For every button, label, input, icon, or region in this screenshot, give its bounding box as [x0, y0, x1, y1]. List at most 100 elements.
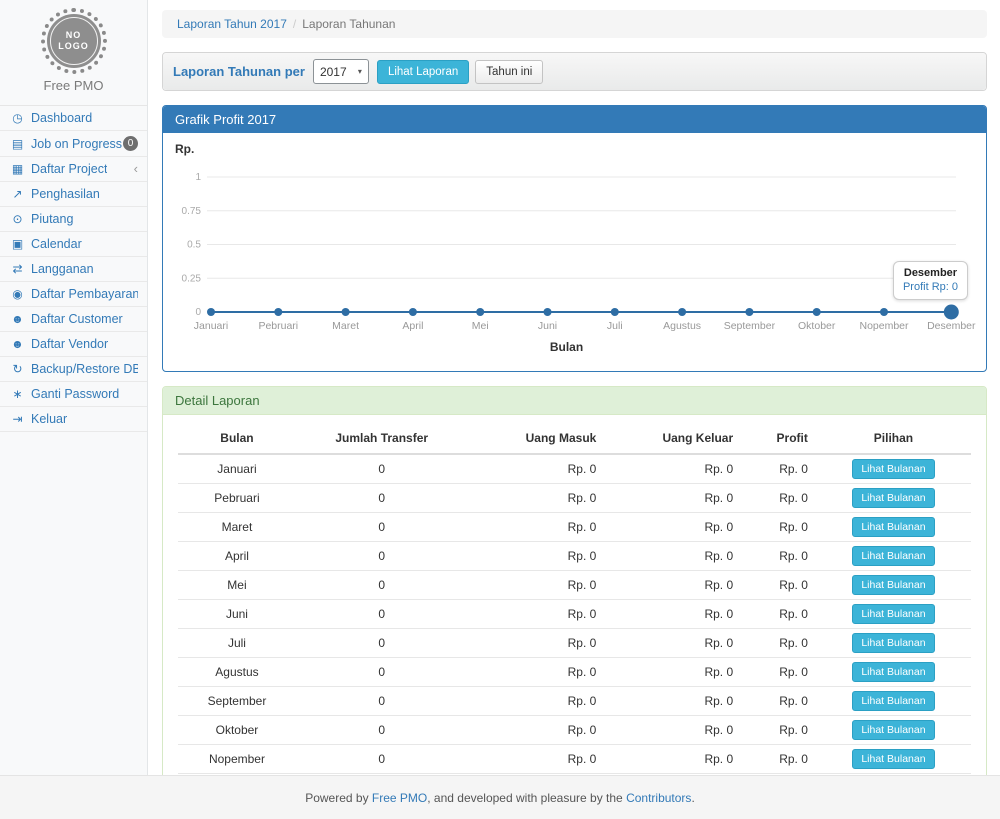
table-row: Oktober0Rp. 0Rp. 0Rp. 0Lihat Bulanan — [178, 716, 971, 745]
brand-name: Free PMO — [0, 78, 147, 93]
sidebar-item-piutang[interactable]: ⊙Piutang — [0, 207, 147, 232]
column-header: Uang Keluar — [604, 423, 741, 454]
detail-panel-body: BulanJumlah TransferUang MasukUang Kelua… — [163, 415, 986, 819]
pilihan-cell: Lihat Bulanan — [816, 513, 971, 542]
uang-masuk-cell: Rp. 0 — [468, 600, 605, 629]
table-header-row: BulanJumlah TransferUang MasukUang Kelua… — [178, 423, 971, 454]
profit-cell: Rp. 0 — [741, 571, 816, 600]
column-header: Bulan — [178, 423, 296, 454]
filter-label: Laporan Tahunan per — [173, 64, 305, 79]
sidebar-item-penghasilan[interactable]: ↗Penghasilan — [0, 182, 147, 207]
uang-keluar-cell: Rp. 0 — [604, 542, 741, 571]
bulan-cell: Agustus — [178, 658, 296, 687]
svg-text:Bulan: Bulan — [550, 340, 583, 354]
sidebar-item-daftar-project[interactable]: ▦Daftar Project‹ — [0, 157, 147, 182]
uang-keluar-cell: Rp. 0 — [604, 745, 741, 774]
breadcrumb-link-laporan-tahun[interactable]: Laporan Tahun 2017 — [177, 17, 287, 31]
users-icon: ☻ — [9, 337, 26, 351]
column-header: Profit — [741, 423, 816, 454]
uang-masuk-cell: Rp. 0 — [468, 484, 605, 513]
sidebar-item-label: Langganan — [31, 262, 94, 276]
sidebar-item-langganan[interactable]: ⇄ Langganan — [0, 257, 147, 282]
sidebar-item-label: Daftar Pembayaran — [31, 287, 138, 301]
jumlah-transfer-cell: 0 — [296, 687, 468, 716]
sidebar-item-daftar-pembayaran[interactable]: ◉ Daftar Pembayaran — [0, 282, 147, 307]
jumlah-transfer-cell: 0 — [296, 658, 468, 687]
lihat-bulanan-button[interactable]: Lihat Bulanan — [852, 546, 934, 566]
sidebar-item-label: Calendar — [31, 237, 82, 251]
footer-link-contributors[interactable]: Contributors — [626, 791, 691, 805]
lihat-bulanan-button[interactable]: Lihat Bulanan — [852, 459, 934, 479]
detail-panel-title: Detail Laporan — [163, 387, 986, 415]
jumlah-transfer-cell: 0 — [296, 513, 468, 542]
sidebar-item-daftar-vendor[interactable]: ☻Daftar Vendor — [0, 332, 147, 357]
lihat-bulanan-button[interactable]: Lihat Bulanan — [852, 720, 934, 740]
sign-out-icon: ⇥ — [9, 412, 26, 426]
report-table: BulanJumlah TransferUang MasukUang Kelua… — [178, 423, 971, 819]
profit-line-chart: 00.250.50.751Rp.JanuariPebruariMaretApri… — [163, 133, 986, 371]
sidebar-item-daftar-customer[interactable]: ☻Daftar Customer — [0, 307, 147, 332]
money-icon: ◉ — [9, 287, 26, 301]
profit-cell: Rp. 0 — [741, 600, 816, 629]
pilihan-cell: Lihat Bulanan — [816, 600, 971, 629]
footer-text-after: . — [691, 791, 694, 805]
sidebar-item-backup-restore-db[interactable]: ↻Backup/Restore DB — [0, 357, 147, 382]
jumlah-transfer-cell: 0 — [296, 716, 468, 745]
table-row: Januari0Rp. 0Rp. 0Rp. 0Lihat Bulanan — [178, 454, 971, 484]
table-row: September0Rp. 0Rp. 0Rp. 0Lihat Bulanan — [178, 687, 971, 716]
jumlah-transfer-cell: 0 — [296, 571, 468, 600]
footer-link-free-pmo[interactable]: Free PMO — [372, 791, 427, 805]
uang-masuk-cell: Rp. 0 — [468, 629, 605, 658]
lihat-laporan-button[interactable]: Lihat Laporan — [377, 60, 469, 84]
lihat-bulanan-button[interactable]: Lihat Bulanan — [852, 633, 934, 653]
svg-text:0.25: 0.25 — [182, 273, 202, 284]
svg-text:Desember: Desember — [927, 320, 976, 332]
jumlah-transfer-cell: 0 — [296, 542, 468, 571]
retweet-icon: ⇄ — [9, 262, 26, 276]
svg-text:Maret: Maret — [332, 320, 359, 332]
pilihan-cell: Lihat Bulanan — [816, 687, 971, 716]
lihat-bulanan-button[interactable]: Lihat Bulanan — [852, 517, 934, 537]
sidebar-item-label: Daftar Project — [31, 162, 107, 176]
refresh-icon: ↻ — [9, 362, 26, 376]
page: NO LOGO Free PMO ◷Dashboard▤Job on Progr… — [0, 0, 1000, 819]
svg-text:Nopember: Nopember — [859, 320, 909, 332]
profit-cell: Rp. 0 — [741, 629, 816, 658]
breadcrumb-separator: / — [293, 17, 296, 31]
profit-cell: Rp. 0 — [741, 484, 816, 513]
sidebar-item-label: Ganti Password — [31, 387, 119, 401]
tahun-ini-button[interactable]: Tahun ini — [475, 60, 543, 84]
sidebar-item-job-on-progress[interactable]: ▤Job on Progress0 — [0, 131, 147, 157]
sidebar-item-label: Penghasilan — [31, 187, 100, 201]
breadcrumb: Laporan Tahun 2017/Laporan Tahunan — [162, 10, 987, 38]
table-row: Juni0Rp. 0Rp. 0Rp. 0Lihat Bulanan — [178, 600, 971, 629]
sidebar-item-calendar[interactable]: ▣Calendar — [0, 232, 147, 257]
lihat-bulanan-button[interactable]: Lihat Bulanan — [852, 575, 934, 595]
sidebar-item-keluar[interactable]: ⇥Keluar — [0, 407, 147, 432]
profit-chart: 00.250.50.751Rp.JanuariPebruariMaretApri… — [163, 133, 986, 371]
jumlah-transfer-cell: 0 — [296, 600, 468, 629]
profit-cell: Rp. 0 — [741, 716, 816, 745]
profit-cell: Rp. 0 — [741, 687, 816, 716]
uang-keluar-cell: Rp. 0 — [604, 716, 741, 745]
svg-text:Juni: Juni — [538, 320, 557, 332]
brand-block: NO LOGO Free PMO — [0, 0, 147, 105]
svg-text:Rp.: Rp. — [175, 142, 194, 156]
report-filter-panel: Laporan Tahunan per 2017 ▾ Lihat Laporan… — [162, 52, 987, 91]
lihat-bulanan-button[interactable]: Lihat Bulanan — [852, 662, 934, 682]
lihat-bulanan-button[interactable]: Lihat Bulanan — [852, 604, 934, 624]
column-header: Jumlah Transfer — [296, 423, 468, 454]
lihat-bulanan-button[interactable]: Lihat Bulanan — [852, 691, 934, 711]
uang-keluar-cell: Rp. 0 — [604, 687, 741, 716]
year-select[interactable]: 2017 ▾ — [313, 59, 369, 84]
table-row: Juli0Rp. 0Rp. 0Rp. 0Lihat Bulanan — [178, 629, 971, 658]
profit-cell: Rp. 0 — [741, 454, 816, 484]
lihat-bulanan-button[interactable]: Lihat Bulanan — [852, 488, 934, 508]
profit-cell: Rp. 0 — [741, 745, 816, 774]
no-logo-seal: NO LOGO — [47, 14, 101, 68]
table-row: April0Rp. 0Rp. 0Rp. 0Lihat Bulanan — [178, 542, 971, 571]
lihat-bulanan-button[interactable]: Lihat Bulanan — [852, 749, 934, 769]
sidebar-item-ganti-password[interactable]: ∗Ganti Password — [0, 382, 147, 407]
sidebar-item-dashboard[interactable]: ◷Dashboard — [0, 106, 147, 131]
tooltip-profit: Profit Rp: 0 — [903, 281, 958, 293]
